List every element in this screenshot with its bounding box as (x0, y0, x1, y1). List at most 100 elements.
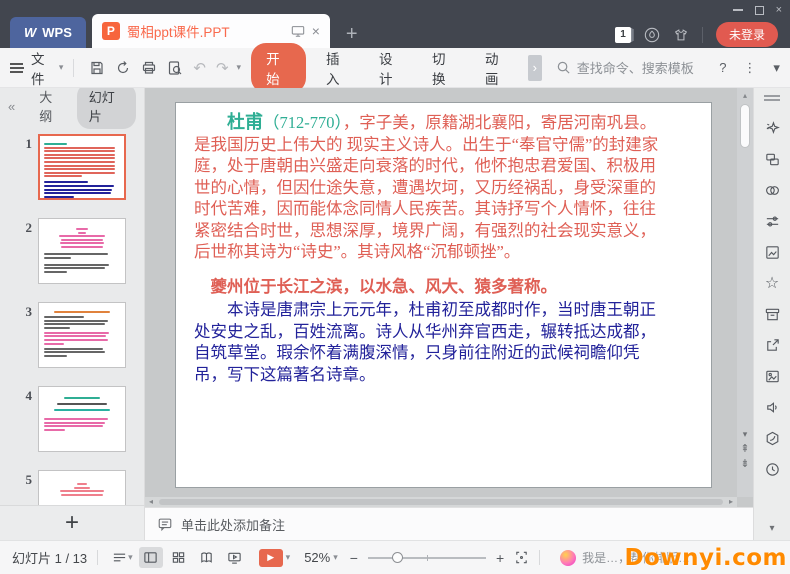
wps-presentation-window: × W WPS P 蜀相ppt课件.PPT × + 1 (0, 0, 790, 574)
more-options-button[interactable]: ⋮ (743, 60, 756, 76)
file-menu-caret-icon[interactable]: ▾ (59, 62, 64, 73)
ppt-file-icon: P (102, 22, 120, 40)
rail-merge-shapes-button[interactable] (754, 175, 790, 206)
activity-flame-icon[interactable] (644, 27, 660, 43)
rail-picture-button[interactable] (754, 361, 790, 392)
redo-button[interactable]: ↷ (211, 59, 234, 77)
slideshow-view-button[interactable] (223, 547, 247, 568)
thumbnail-preview (44, 397, 120, 431)
tab-slides[interactable]: 幻灯片 (77, 88, 136, 129)
shape-swap-icon (764, 151, 781, 168)
close-tab-button[interactable]: × (312, 23, 320, 39)
play-slideshow-button[interactable]: ▶ (259, 549, 283, 567)
rail-image-pane-button[interactable] (754, 237, 790, 268)
undo-button[interactable]: ↶ (188, 59, 211, 77)
slide-thumbnail-1[interactable] (38, 134, 126, 200)
fit-to-window-button[interactable] (514, 550, 529, 565)
zoom-level[interactable]: 52% (304, 550, 330, 565)
next-slide-button[interactable]: ⇟ (740, 459, 749, 469)
slide-text-box[interactable]: 杜甫（712-770），字子美，原籍湖北襄阳，寄居河南巩县。是我国历史上伟大的 … (175, 102, 712, 488)
divider (73, 59, 74, 77)
rail-audio-button[interactable] (754, 392, 790, 423)
tab-outline[interactable]: 大纲 (39, 88, 63, 125)
present-monitor-icon[interactable] (291, 24, 305, 38)
login-button[interactable]: 未登录 (716, 22, 778, 47)
save-button[interactable] (84, 60, 110, 76)
command-search-input[interactable]: 查找命令、搜索模板 (556, 58, 711, 77)
help-button[interactable]: ? (719, 60, 726, 75)
overlap-circles-icon (764, 182, 781, 199)
minimize-button[interactable] (733, 9, 743, 11)
panel-footer: + (0, 505, 145, 540)
export-button[interactable] (110, 60, 136, 76)
rail-switch-shapes-button[interactable] (754, 144, 790, 175)
slide-sorter-view-button[interactable] (167, 547, 191, 568)
fit-screen-icon (514, 550, 529, 565)
right-tool-rail: ☆ ▾ (753, 88, 790, 540)
slide-thumbnail-5[interactable] (38, 470, 126, 505)
slide-thumbnail-3[interactable] (38, 302, 126, 368)
play-options-caret-icon[interactable]: ▾ (286, 552, 291, 563)
print-button[interactable] (136, 60, 162, 76)
open-documents-badge[interactable]: 1 (615, 27, 631, 43)
thumbnail-preview (44, 311, 120, 357)
rail-properties-button[interactable] (754, 206, 790, 237)
scroll-right-button[interactable]: ▸ (729, 497, 733, 507)
slide-number: 5 (10, 472, 32, 488)
clock-history-icon (764, 461, 781, 478)
horizontal-scrollbar[interactable]: ◂ ▸ (145, 497, 737, 507)
intro-text: ，字子美，原籍湖北襄阳，寄居河南巩县。是我国历史上伟大的 现实主义诗人。出生于“… (194, 113, 658, 261)
zoom-slider-knob[interactable] (392, 552, 403, 563)
window-controls: × (733, 2, 782, 18)
ribbon-overflow-button[interactable]: › (528, 55, 542, 81)
rail-history-button[interactable] (754, 454, 790, 485)
scroll-up-button[interactable]: ▴ (737, 91, 753, 100)
collapse-ribbon-button[interactable]: ▾ (773, 60, 780, 76)
tab-bar: W WPS P 蜀相ppt课件.PPT × + (10, 14, 358, 48)
zoom-in-button[interactable]: + (496, 550, 504, 566)
rail-more-chevron-icon[interactable]: ▾ (769, 523, 774, 534)
slideshow-icon (227, 550, 242, 565)
file-menu[interactable]: 文件 (31, 48, 56, 88)
vertical-scrollbar[interactable]: ▴ ▾ ⇞ ⇟ (737, 88, 753, 497)
horizontal-scrollbar-thumb[interactable] (159, 499, 723, 505)
rail-drag-handle[interactable] (764, 95, 780, 97)
rail-resource-box-button[interactable] (754, 299, 790, 330)
tab-design[interactable]: 设计 (365, 48, 418, 88)
zoom-caret-icon[interactable]: ▾ (333, 552, 338, 563)
vertical-scrollbar-thumb[interactable] (740, 104, 750, 148)
hamburger-menu-icon[interactable] (10, 63, 23, 73)
rail-favorites-button[interactable]: ☆ (754, 268, 790, 299)
tab-home[interactable]: 开始 (251, 43, 306, 93)
scroll-left-button[interactable]: ◂ (149, 497, 153, 507)
notes-bar[interactable]: 单击此处添加备注 (145, 507, 753, 540)
rail-effects-button[interactable] (754, 113, 790, 144)
slide-row-5: 5 (0, 470, 144, 505)
tab-transition[interactable]: 切换 (418, 48, 471, 88)
previous-slide-button[interactable]: ⇞ (740, 444, 749, 454)
skin-shirt-icon[interactable] (673, 27, 689, 43)
wps-menu-tab[interactable]: W WPS (10, 17, 86, 48)
reading-view-button[interactable] (195, 547, 219, 568)
sparkle-star-icon (764, 120, 781, 137)
print-preview-button[interactable] (162, 60, 188, 76)
zoom-out-button[interactable]: − (350, 550, 358, 566)
slide-row-4: 4 (0, 386, 144, 452)
tab-insert[interactable]: 插入 (312, 48, 365, 88)
normal-view-button[interactable] (139, 547, 163, 568)
slide-thumbnail-4[interactable] (38, 386, 126, 452)
normal-view-icon (143, 550, 158, 565)
window-close-button[interactable]: × (776, 3, 782, 17)
rail-share-button[interactable] (754, 330, 790, 361)
quick-access-caret-icon[interactable]: ▾ (237, 62, 242, 73)
collapse-panel-button[interactable]: « (8, 99, 15, 114)
tab-animation[interactable]: 动画 (471, 48, 524, 88)
slide-thumbnail-2[interactable] (38, 218, 126, 284)
scroll-down-button[interactable]: ▾ (743, 430, 748, 439)
new-tab-button[interactable]: + (346, 24, 358, 44)
zoom-slider[interactable] (368, 552, 486, 564)
maximize-button[interactable] (755, 6, 764, 15)
add-slide-button[interactable]: + (65, 511, 79, 535)
rail-eco-badge-button[interactable] (754, 423, 790, 454)
notes-toggle-button[interactable]: ▾ (108, 550, 137, 565)
